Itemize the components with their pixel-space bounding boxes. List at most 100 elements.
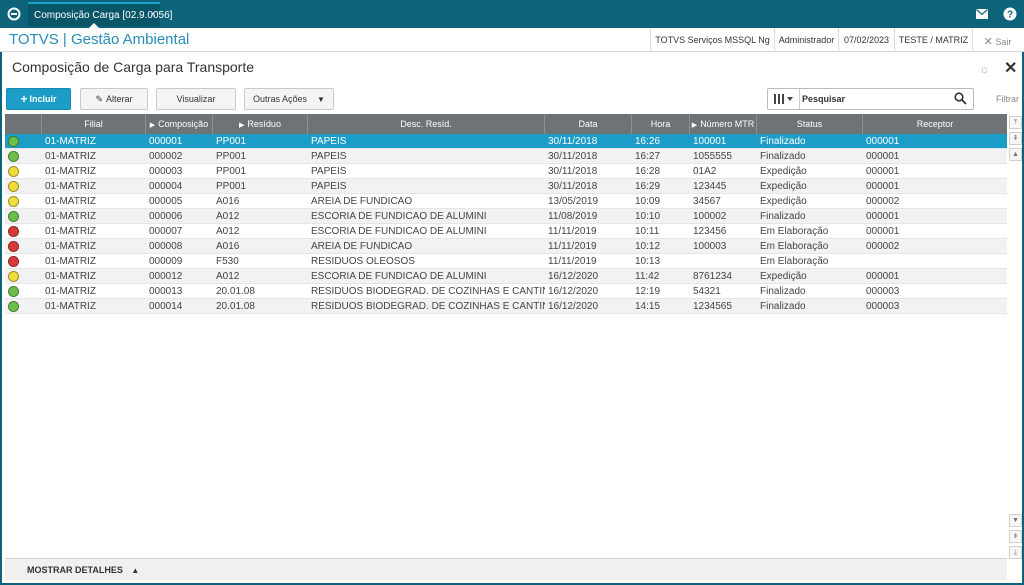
cell-residuo: A012 <box>216 271 240 282</box>
help-icon[interactable]: ? <box>1002 6 1018 22</box>
col-header-status[interactable]: Status <box>757 114 863 134</box>
mostrar-detalhes-button[interactable]: MOSTRAR DETALHES ▲ <box>27 565 139 575</box>
table-row[interactable]: 01-MATRIZ 000003 PP001 PAPEIS 30/11/2018 16:2… <box>5 164 1007 179</box>
table-row[interactable]: 01-MATRIZ 000008 A016 AREIA DE FUNDICAO 11/1… <box>5 239 1007 254</box>
app-header: TOTVS | Gestão Ambiental TOTVS Serviços … <box>0 28 1024 52</box>
col-header-residuo-label: Resíduo <box>247 119 281 129</box>
cell-residuo: PP001 <box>216 166 247 177</box>
col-header-legend[interactable] <box>5 114 42 134</box>
cell-hora: 16:28 <box>635 166 661 177</box>
grid-body: 01-MATRIZ 000001 PP001 PAPEIS 30/11/2018 16:2… <box>5 134 1007 314</box>
sort-arrow-icon: ▶ <box>691 122 698 129</box>
cell-receptor: 000003 <box>866 301 900 312</box>
company-label[interactable]: TESTE / MATRIZ <box>894 28 972 52</box>
cell-residuo: 20.01.08 <box>216 301 255 312</box>
table-row[interactable]: 01-MATRIZ 000006 A012 ESCORIA DE FUNDICAO D… <box>5 209 1007 224</box>
status-legend-icon <box>8 166 19 177</box>
cell-desc: AREIA DE FUNDICAO <box>311 196 413 207</box>
cell-data: 30/11/2018 <box>548 136 598 147</box>
gear-icon[interactable]: ☼ <box>979 62 990 76</box>
scroll-up-icon[interactable]: ▲ <box>1009 148 1022 161</box>
search-input[interactable] <box>802 91 950 107</box>
table-row[interactable]: 01-MATRIZ 000007 A012 ESCORIA DE FUNDICAO D… <box>5 224 1007 239</box>
cell-mtr <box>690 254 757 269</box>
cell-mtr: 100002 <box>693 211 727 222</box>
cell-hora: 10:12 <box>635 241 661 252</box>
cell-data: 11/11/2019 <box>548 226 597 237</box>
cell-data: 13/05/2019 <box>548 196 599 207</box>
col-header-composicao-label: Composição <box>158 119 209 129</box>
col-header-mtr[interactable]: ▶ Número MTR <box>690 114 757 134</box>
cell-status: Finalizado <box>760 151 806 162</box>
cell-status: Em Elaboração <box>760 241 829 252</box>
col-header-composicao[interactable]: ▶ Composição <box>146 114 213 134</box>
cell-desc: AREIA DE FUNDICAO <box>311 241 413 252</box>
exit-label: Sair <box>995 37 1012 47</box>
outras-acoes-button[interactable]: Outras Ações ▼ <box>244 88 334 110</box>
cell-status: Expedição <box>760 181 807 192</box>
scroll-bottom-icon[interactable]: ⤓ <box>1009 546 1022 559</box>
table-row[interactable]: 01-MATRIZ 000009 F530 RESIDUOS OLEOSOS 11/11… <box>5 254 1007 269</box>
scroll-down-icon[interactable]: ▼ <box>1009 514 1022 527</box>
cell-data: 30/11/2018 <box>548 166 598 177</box>
col-header-desc[interactable]: Desc. Resíd. <box>308 114 545 134</box>
table-row[interactable]: 01-MATRIZ 000014 20.01.08 RESIDUOS BIODEGRA… <box>5 299 1007 314</box>
incluir-label: Incluir <box>29 94 57 104</box>
cell-composicao: 000003 <box>149 166 183 177</box>
col-header-hora[interactable]: Hora <box>632 114 690 134</box>
incluir-button[interactable]: + Incluir <box>6 88 71 110</box>
col-header-mtr-label: Número MTR <box>700 119 755 129</box>
col-header-residuo[interactable]: ▶ Resíduo <box>213 114 308 134</box>
exit-button[interactable]: ✕ Sair <box>972 28 1022 52</box>
cell-receptor: 000002 <box>866 196 900 207</box>
chevron-down-icon: ▼ <box>317 94 325 104</box>
scroll-page-down-icon[interactable]: ⇟ <box>1009 530 1022 543</box>
columns-selector-button[interactable] <box>768 89 800 109</box>
filtrar-link[interactable]: Filtrar <box>996 94 1019 104</box>
cell-hora: 14:15 <box>635 301 661 312</box>
cell-status: Em Elaboração <box>760 256 829 267</box>
mail-icon[interactable] <box>974 6 990 22</box>
close-page-icon[interactable]: ✕ <box>1004 58 1017 78</box>
visualizar-button[interactable]: Visualizar <box>156 88 236 110</box>
cell-mtr: 1234565 <box>693 301 732 312</box>
cell-filial: 01-MATRIZ <box>45 226 96 237</box>
table-row[interactable]: 01-MATRIZ 000012 A012 ESCORIA DE FUNDICAO D… <box>5 269 1007 284</box>
svg-text:?: ? <box>1007 10 1013 21</box>
vertical-scrollbar[interactable]: ⤒ ⇞ ▲ ▼ ⇟ ⤓ <box>1009 114 1022 559</box>
cell-composicao: 000006 <box>149 211 183 222</box>
chevron-up-icon: ▲ <box>131 566 140 575</box>
table-row[interactable]: 01-MATRIZ 000005 A016 AREIA DE FUNDICAO 13/0… <box>5 194 1007 209</box>
col-header-receptor[interactable]: Receptor <box>863 114 1007 134</box>
cell-data: 16/12/2020 <box>548 286 599 297</box>
tab-composicao-carga[interactable]: Composição Carga [02.9.0056] × <box>28 2 172 29</box>
table-row[interactable]: 01-MATRIZ 000001 PP001 PAPEIS 30/11/2018 16:2… <box>5 134 1007 149</box>
menu-logo-icon[interactable] <box>4 4 24 24</box>
cell-filial: 01-MATRIZ <box>45 151 96 162</box>
table-row[interactable]: 01-MATRIZ 000004 PP001 PAPEIS 30/11/2018 16:2… <box>5 179 1007 194</box>
cell-filial: 01-MATRIZ <box>45 196 96 207</box>
cell-mtr: 100001 <box>693 136 727 147</box>
cell-receptor <box>863 254 1007 269</box>
cell-status: Finalizado <box>760 136 806 147</box>
cell-receptor: 000003 <box>866 286 900 297</box>
cell-filial: 01-MATRIZ <box>45 166 96 177</box>
cell-hora: 16:27 <box>635 151 661 162</box>
search-icon[interactable] <box>954 92 967 108</box>
col-header-filial[interactable]: Filial <box>42 114 146 134</box>
col-header-data[interactable]: Data <box>545 114 632 134</box>
alterar-button[interactable]: ✎ Alterar <box>80 88 148 110</box>
cell-composicao: 000002 <box>149 151 183 162</box>
cell-mtr: 100003 <box>693 241 727 252</box>
table-row[interactable]: 01-MATRIZ 000002 PP001 PAPEIS 30/11/2018 16:2… <box>5 149 1007 164</box>
scroll-top-icon[interactable]: ⤒ <box>1009 116 1022 129</box>
tab-close-icon[interactable]: × <box>150 9 156 20</box>
cell-residuo: 20.01.08 <box>216 286 255 297</box>
cell-composicao: 000001 <box>149 136 183 147</box>
cell-filial: 01-MATRIZ <box>45 271 96 282</box>
table-row[interactable]: 01-MATRIZ 000013 20.01.08 RESIDUOS BIODEGRA… <box>5 284 1007 299</box>
columns-icon <box>773 94 793 104</box>
cell-composicao: 000009 <box>149 256 183 267</box>
scroll-page-up-icon[interactable]: ⇞ <box>1009 132 1022 145</box>
cell-composicao: 000005 <box>149 196 183 207</box>
